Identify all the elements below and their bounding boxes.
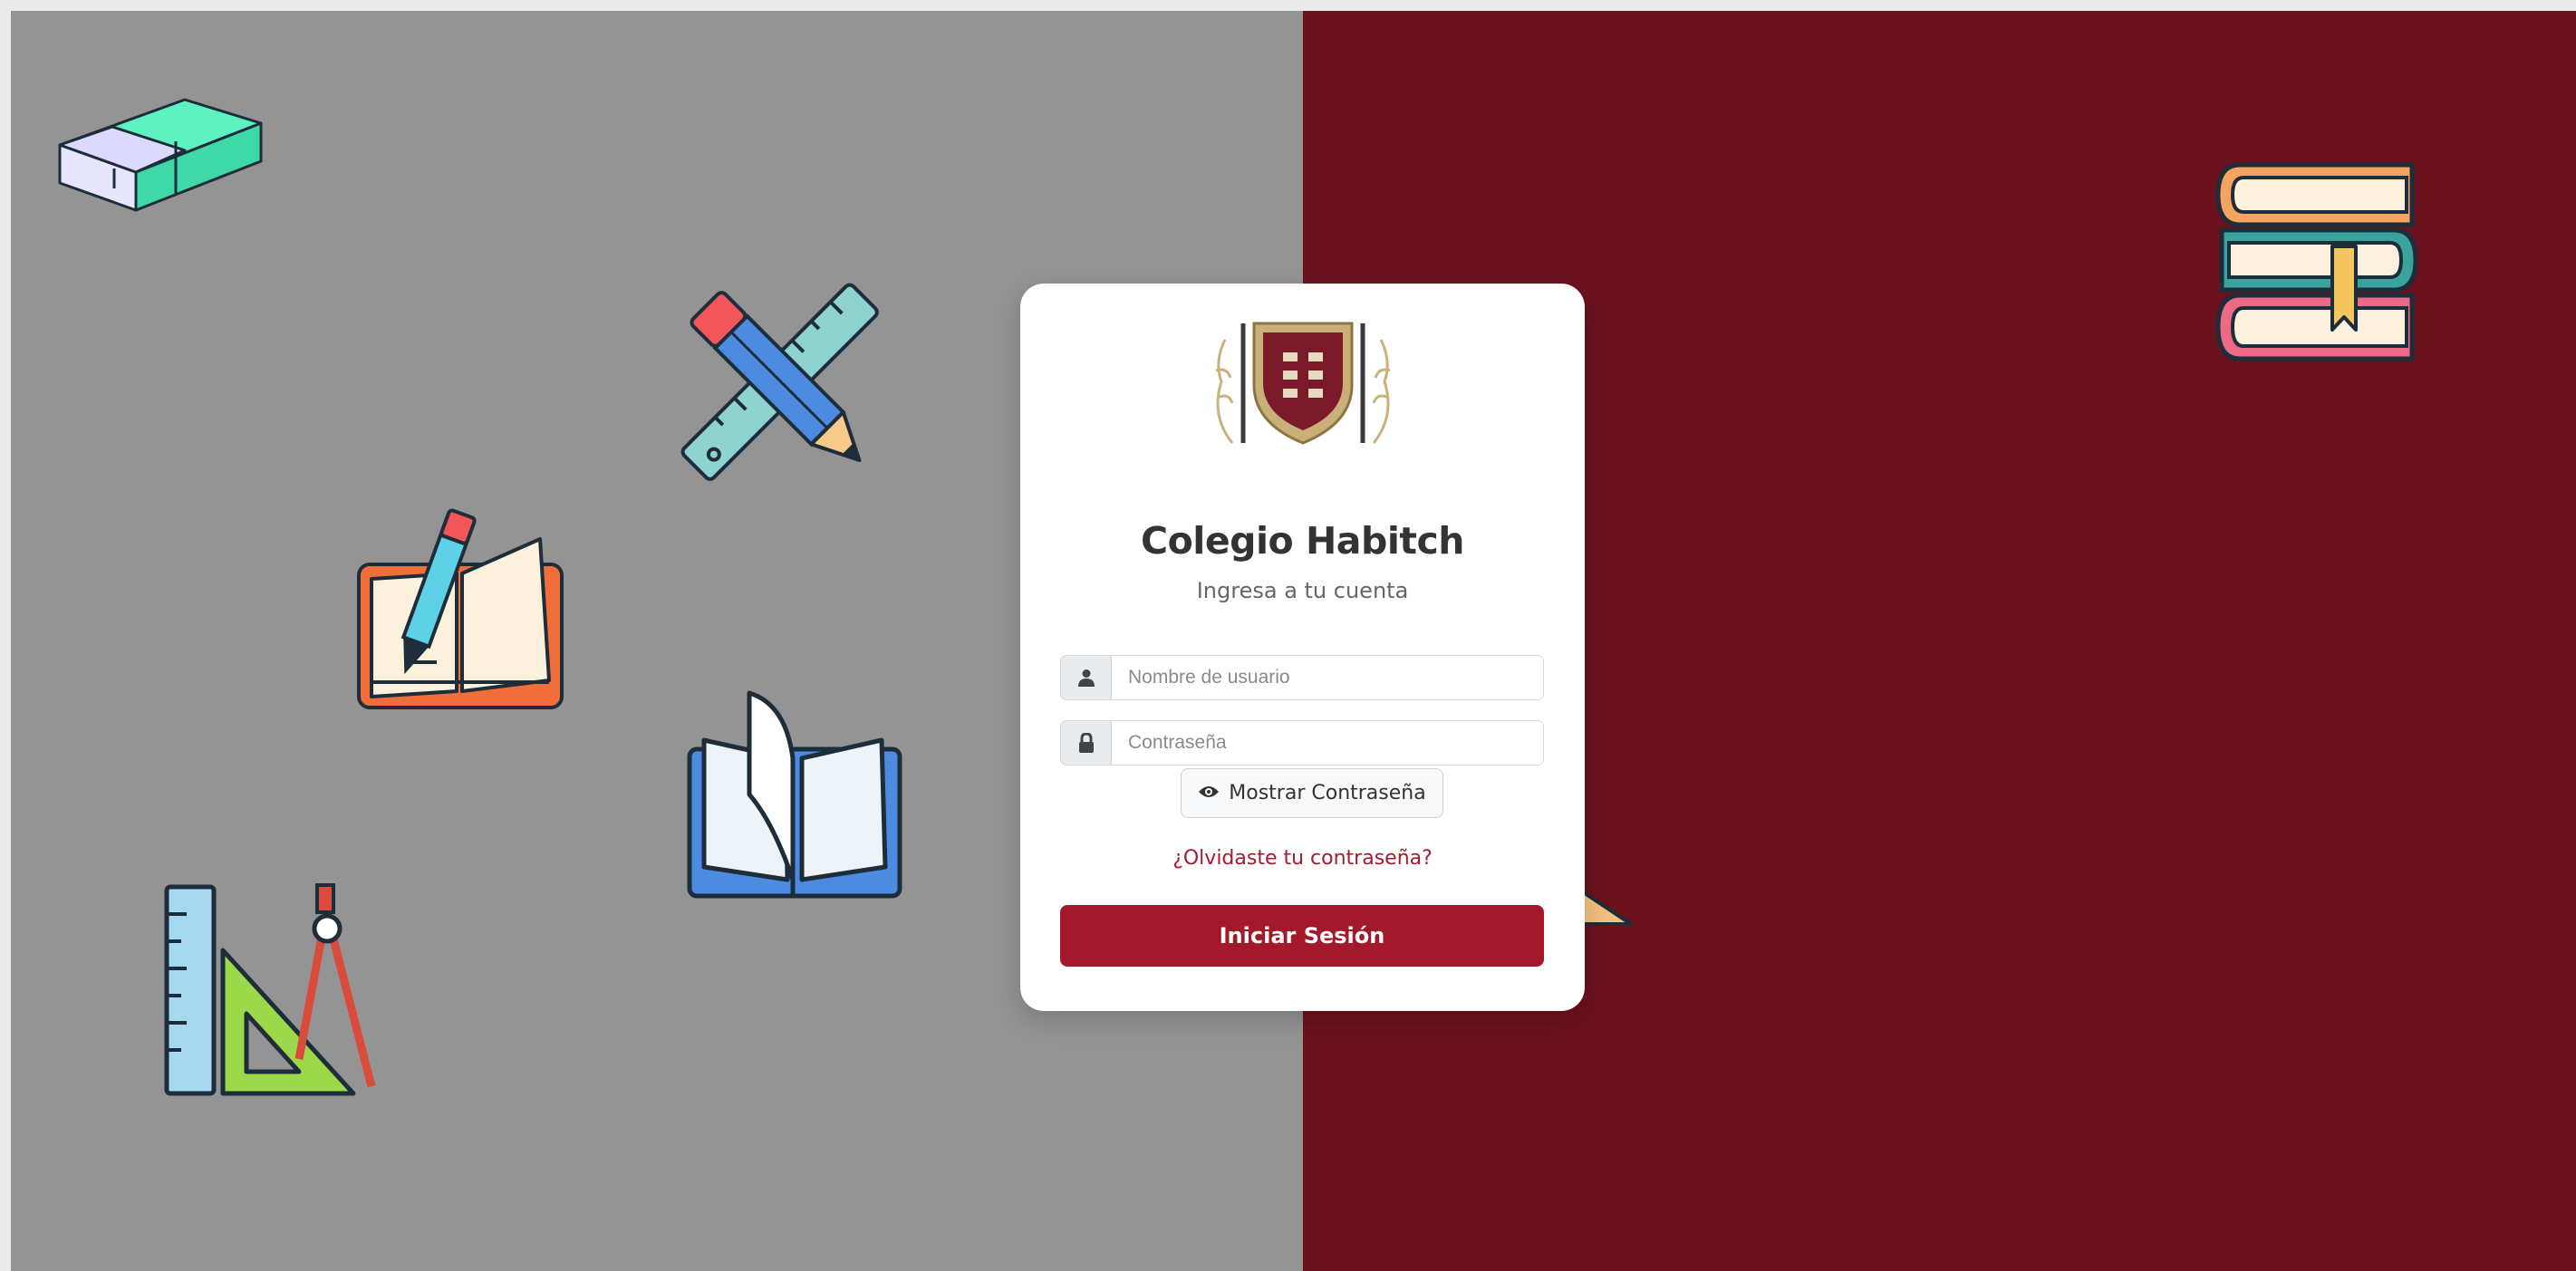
page-subtitle: Ingresa a tu cuenta xyxy=(1196,578,1409,603)
show-password-button[interactable]: Mostrar Contraseña xyxy=(1181,768,1443,818)
stacked-books-icon xyxy=(2213,158,2421,366)
username-input[interactable] xyxy=(1112,656,1543,699)
school-crest-logo xyxy=(1205,316,1401,448)
show-password-label: Mostrar Contraseña xyxy=(1229,782,1426,804)
ruler-pencil-icon xyxy=(671,271,888,492)
geometry-set-icon xyxy=(163,878,386,1099)
notebook-pen-icon xyxy=(355,503,569,713)
eye-icon xyxy=(1198,785,1220,803)
open-book-icon xyxy=(686,686,903,903)
login-button[interactable]: Iniciar Sesión xyxy=(1060,905,1544,967)
triangle-shape xyxy=(1578,888,1635,928)
username-input-group xyxy=(1060,655,1544,700)
password-input[interactable] xyxy=(1112,721,1543,765)
login-page: Colegio Habitch Ingresa a tu cuenta Most… xyxy=(11,11,2576,1271)
login-card: Colegio Habitch Ingresa a tu cuenta Most… xyxy=(1020,284,1585,1011)
user-icon xyxy=(1061,656,1112,699)
forgot-password-link[interactable]: ¿Olvidaste tu contraseña? xyxy=(1020,847,1585,870)
eraser-icon xyxy=(58,91,275,234)
password-input-group xyxy=(1060,720,1544,765)
lock-icon xyxy=(1061,721,1112,765)
page-title: Colegio Habitch xyxy=(1141,519,1464,563)
